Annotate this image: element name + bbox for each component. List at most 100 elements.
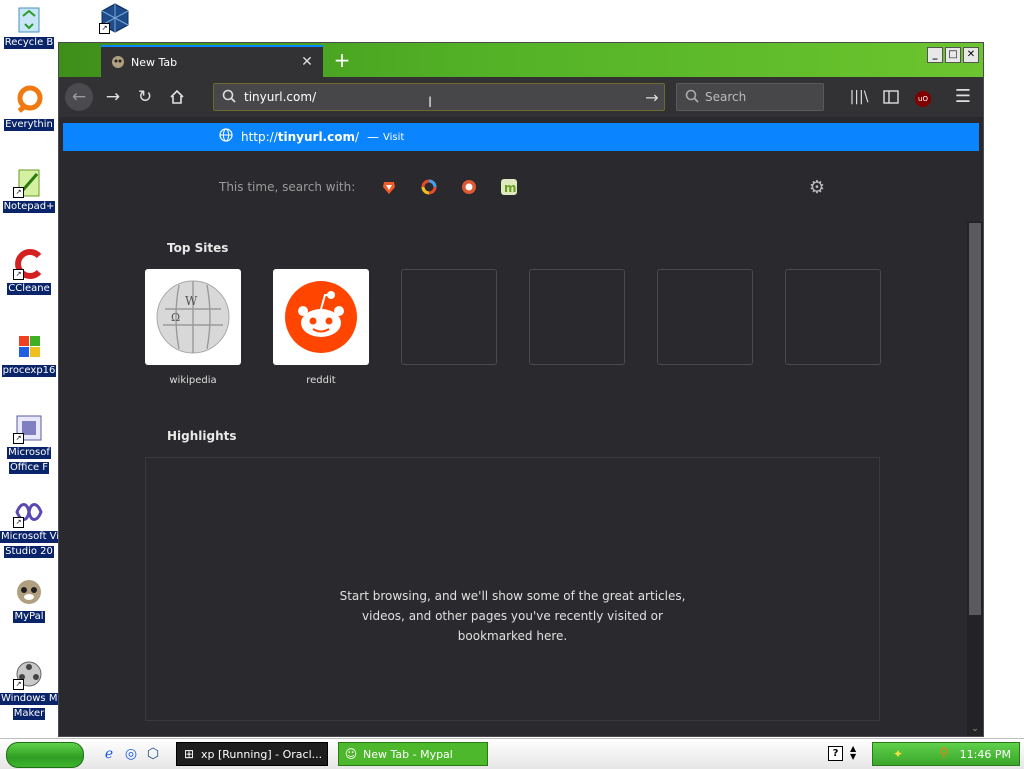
reload-button[interactable]: ↻	[131, 83, 159, 111]
desktop-icon-office[interactable]: ↗ Microsof Office F	[0, 412, 58, 477]
empty-tile	[785, 269, 881, 365]
home-button[interactable]	[163, 83, 191, 111]
desktop-icon-procexp[interactable]: procexp16	[0, 330, 58, 380]
desktop-icon-mypal[interactable]: MyPal	[0, 576, 58, 626]
everything-tray-icon[interactable]: ⚲	[939, 746, 949, 761]
task-label: xp [Running] - Oracl...	[201, 747, 323, 761]
brave-search-engine-icon[interactable]	[381, 179, 397, 195]
clock: 11:46 PM	[959, 748, 1011, 761]
notepad-plus-icon: ↗	[13, 166, 45, 198]
tab-close-icon[interactable]: ✕	[297, 54, 317, 70]
movie-maker-icon: ↗	[13, 658, 45, 690]
close-button[interactable]: ✕	[963, 47, 979, 63]
tab-new-tab[interactable]: New Tab ✕	[101, 45, 323, 77]
duckduckgo-search-engine-icon[interactable]	[461, 179, 477, 195]
ublock-button[interactable]: uO	[909, 83, 937, 111]
search-icon	[685, 89, 699, 106]
wikipedia-logo-icon: WΩ	[145, 269, 241, 365]
autocomplete-row[interactable]: http://tinyurl.com/ — Visit	[63, 123, 979, 151]
tab-title: New Tab	[131, 55, 178, 69]
suggestion-separator: —	[367, 130, 380, 144]
browser-window: New Tab ✕ + _ □ ✕ ← → ↻ tinyurl.com/ → S…	[58, 42, 984, 737]
url-autocomplete-popup: http://tinyurl.com/ — Visit This time, s…	[59, 117, 983, 222]
library-icon: |||\	[849, 89, 869, 105]
search-settings-gear-icon[interactable]: ⚙	[809, 177, 825, 198]
svg-text:W: W	[185, 294, 198, 308]
highlights-empty-message: Start browsing, and we'll show some of t…	[339, 589, 686, 643]
shortcut-arrow-icon: ↗	[13, 517, 24, 528]
internet-explorer-icon[interactable]: ℯ	[100, 745, 118, 763]
virtualbox-icon: ↗	[99, 2, 131, 34]
url-input[interactable]: tinyurl.com/	[244, 90, 640, 104]
shortcut-arrow-icon: ↗	[13, 187, 24, 198]
library-button[interactable]: |||\	[845, 83, 873, 111]
top-site-empty[interactable]	[401, 269, 497, 365]
forward-button[interactable]: →	[99, 83, 127, 111]
vertical-scrollbar[interactable]: ⌄	[967, 221, 983, 736]
desktop-icon-ccleaner[interactable]: ↗ CCleane	[0, 248, 58, 298]
nav-toolbar: ← → ↻ tinyurl.com/ → Search |||\ uO ☰	[59, 77, 983, 117]
maximize-button[interactable]: □	[945, 47, 961, 63]
sidebar-button[interactable]	[877, 83, 905, 111]
menu-button[interactable]: ☰	[949, 83, 977, 111]
title-bar[interactable]: New Tab ✕ + _ □ ✕	[59, 43, 983, 77]
top-site-empty[interactable]	[529, 269, 625, 365]
highlights-title: Highlights	[167, 429, 237, 443]
window-controls: _ □ ✕	[927, 47, 979, 63]
new-tab-page: Top Sites WΩ wikipedia reddit Highlights…	[59, 221, 967, 736]
desktop-icon-everything[interactable]: Everythin	[0, 84, 58, 134]
help-icon[interactable]: ?	[828, 746, 843, 761]
one-off-search-row: This time, search with: m	[219, 179, 518, 195]
minimize-button[interactable]: _	[927, 47, 943, 63]
task-label: New Tab - Mypal	[363, 747, 453, 761]
empty-tile	[529, 269, 625, 365]
url-bar[interactable]: tinyurl.com/ →	[213, 83, 665, 111]
browser-quicklaunch-icon[interactable]: ◎	[122, 745, 140, 763]
taskbar: ℯ ◎ ⬡ ⊞ xp [Running] - Oracl... ☺ New Ta…	[0, 738, 1024, 769]
taskbar-item-mypal[interactable]: ☺ New Tab - Mypal	[338, 742, 488, 766]
back-button[interactable]: ←	[65, 83, 93, 111]
desktop-icon-recycle-bin[interactable]: Recycle B	[0, 2, 58, 52]
one-off-label: This time, search with:	[219, 180, 356, 194]
xp-window-icon: ⊞	[183, 747, 195, 761]
desktop-icon-visual-studio[interactable]: ↗ Microsoft Vi Studio 20	[0, 496, 60, 561]
top-site-name: wikipedia	[169, 375, 217, 386]
system-tray: ✦ ⚲ 11:46 PM	[872, 742, 1020, 766]
scroll-down-arrow-icon[interactable]: ⌄	[967, 724, 983, 734]
top-site-reddit[interactable]: reddit	[273, 269, 369, 386]
home-icon	[169, 89, 185, 110]
tray-expand-icon[interactable]: ▲ ▼	[850, 745, 856, 761]
search-bar[interactable]: Search	[676, 83, 824, 111]
process-explorer-icon	[13, 330, 45, 362]
desktop-icon-movie-maker[interactable]: ↗ Windows M Maker	[0, 658, 59, 723]
svg-text:m: m	[504, 181, 517, 195]
recycle-bin-icon	[13, 2, 45, 34]
search-placeholder: Search	[705, 90, 747, 104]
top-site-wikipedia[interactable]: WΩ wikipedia	[145, 269, 241, 386]
scrollbar-thumb[interactable]	[969, 223, 981, 615]
shortcut-arrow-icon: ↗	[13, 679, 24, 690]
virtualbox-quicklaunch-icon[interactable]: ⬡	[144, 745, 162, 763]
visual-studio-icon: ↗	[13, 496, 45, 528]
everything-search-icon	[13, 84, 45, 116]
mojeek-search-engine-icon[interactable]: m	[501, 179, 518, 195]
qwant-search-engine-icon[interactable]	[421, 179, 437, 195]
svg-text:Ω: Ω	[171, 311, 180, 324]
highlights-panel: Start browsing, and we'll show some of t…	[145, 457, 880, 721]
top-site-empty[interactable]	[657, 269, 753, 365]
start-button[interactable]	[6, 742, 84, 768]
hamburger-menu-icon: ☰	[954, 86, 972, 107]
taskbar-item-virtualbox[interactable]: ⊞ xp [Running] - Oracl...	[176, 742, 328, 766]
shortcut-arrow-icon: ↗	[13, 433, 24, 444]
desktop-icon-virtualbox[interactable]: ↗	[92, 2, 138, 34]
text-cursor-icon: I	[428, 95, 433, 111]
desktop-icon-notepad[interactable]: ↗ Notepad+	[0, 166, 58, 216]
top-site-name: reddit	[306, 375, 336, 386]
go-arrow-icon[interactable]: →	[640, 88, 664, 107]
new-tab-button[interactable]: +	[329, 47, 355, 73]
tray-app-icon[interactable]: ✦	[893, 747, 903, 761]
mypal-favicon-icon	[111, 55, 125, 69]
top-site-empty[interactable]	[785, 269, 881, 365]
reddit-logo-icon	[273, 269, 369, 365]
mypal-icon: ☺	[344, 747, 358, 761]
